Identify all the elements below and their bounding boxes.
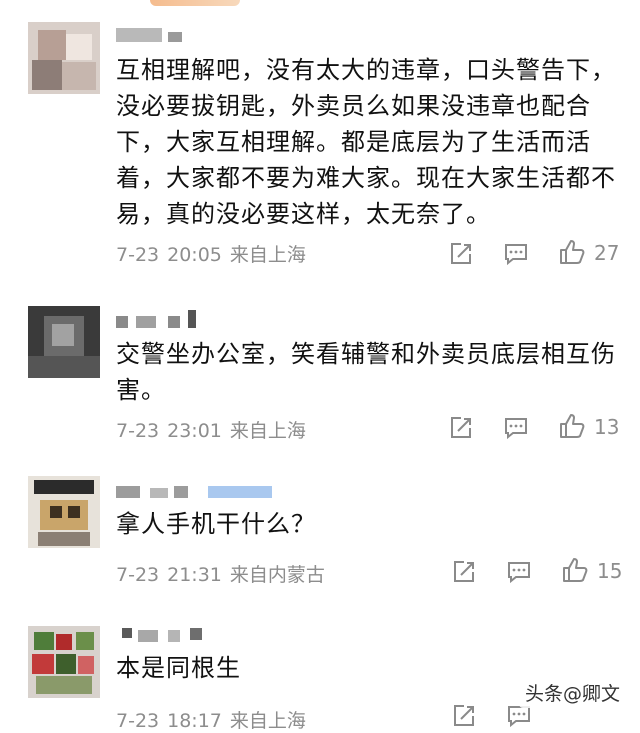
share-icon[interactable] xyxy=(450,702,478,730)
like-icon[interactable] xyxy=(558,412,586,440)
comment-text: 拿人手机干什么？ xyxy=(116,510,316,538)
comment-time: 21:31 xyxy=(167,564,222,586)
comment-meta: 7-23 23:01 来自上海 xyxy=(116,416,314,443)
watermark: 头条@卿文 xyxy=(518,677,626,708)
comment-location: 来自内蒙古 xyxy=(229,564,325,586)
comment-time: 18:17 xyxy=(167,710,222,732)
like-count: 27 xyxy=(594,241,620,265)
comment-time: 20:05 xyxy=(167,244,222,266)
like-icon[interactable] xyxy=(558,238,586,266)
comment-location: 来自上海 xyxy=(229,244,306,266)
reply-icon[interactable] xyxy=(502,240,530,268)
comment-date: 7-23 xyxy=(116,244,160,266)
like-count: 15 xyxy=(597,559,623,583)
comment-location: 来自上海 xyxy=(229,710,306,732)
comment-meta: 7-23 18:17 来自上海 xyxy=(116,706,314,733)
comment-date: 7-23 xyxy=(116,564,160,586)
comment-meta: 7-23 21:31 来自内蒙古 xyxy=(116,560,333,587)
reply-icon[interactable] xyxy=(505,558,533,586)
reply-icon[interactable] xyxy=(502,414,530,442)
comment-location: 来自上海 xyxy=(229,420,306,442)
comment-meta: 7-23 20:05 来自上海 xyxy=(116,240,314,267)
comment-date: 7-23 xyxy=(116,420,160,442)
top-edge-fragment xyxy=(150,0,240,6)
avatar[interactable] xyxy=(28,476,100,548)
avatar[interactable] xyxy=(28,22,100,94)
comment-text: 互相理解吧，没有太大的违章，口头警告下，没必要拔钥匙，外卖员么如果没违章也配合下… xyxy=(116,56,616,228)
like-icon[interactable] xyxy=(561,556,589,584)
avatar[interactable] xyxy=(28,306,100,378)
like-count: 13 xyxy=(594,415,620,439)
share-icon[interactable] xyxy=(447,414,475,442)
comment-date: 7-23 xyxy=(116,710,160,732)
comment-time: 23:01 xyxy=(167,420,222,442)
share-icon[interactable] xyxy=(447,240,475,268)
share-icon[interactable] xyxy=(450,558,478,586)
avatar[interactable] xyxy=(28,626,100,698)
comment-text: 交警坐办公室，笑看辅警和外卖员底层相互伤害。 xyxy=(116,340,616,404)
